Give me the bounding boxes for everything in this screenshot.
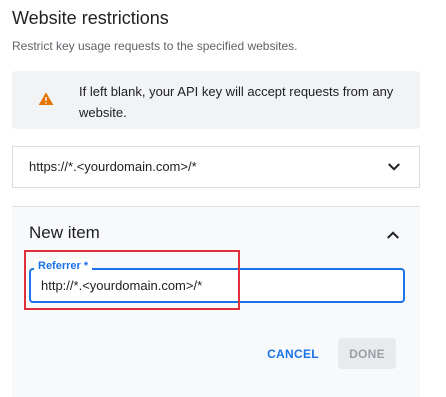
referrer-input-label: Referrer * [34, 259, 93, 273]
section-subtitle: Restrict key usage requests to the speci… [12, 39, 298, 53]
referrer-item-row[interactable]: https://*.<yourdomain.com>/* [12, 146, 420, 188]
chevron-down-icon[interactable] [385, 158, 403, 176]
section-title: Website restrictions [12, 8, 169, 28]
referrer-item-value: https://*.<yourdomain.com>/* [29, 159, 197, 174]
chevron-up-icon[interactable] [384, 226, 402, 244]
cancel-button[interactable]: CANCEL [260, 338, 326, 369]
referrer-input[interactable] [41, 270, 391, 301]
referrer-input-container [29, 268, 405, 303]
warning-icon [38, 92, 54, 105]
new-item-title: New item [29, 223, 100, 242]
warning-banner: If left blank, your API key will accept … [12, 71, 420, 129]
new-item-card: New item Referrer * CANCEL DONE [12, 206, 420, 397]
warning-text: If left blank, your API key will accept … [79, 84, 394, 120]
done-button[interactable]: DONE [338, 338, 396, 369]
